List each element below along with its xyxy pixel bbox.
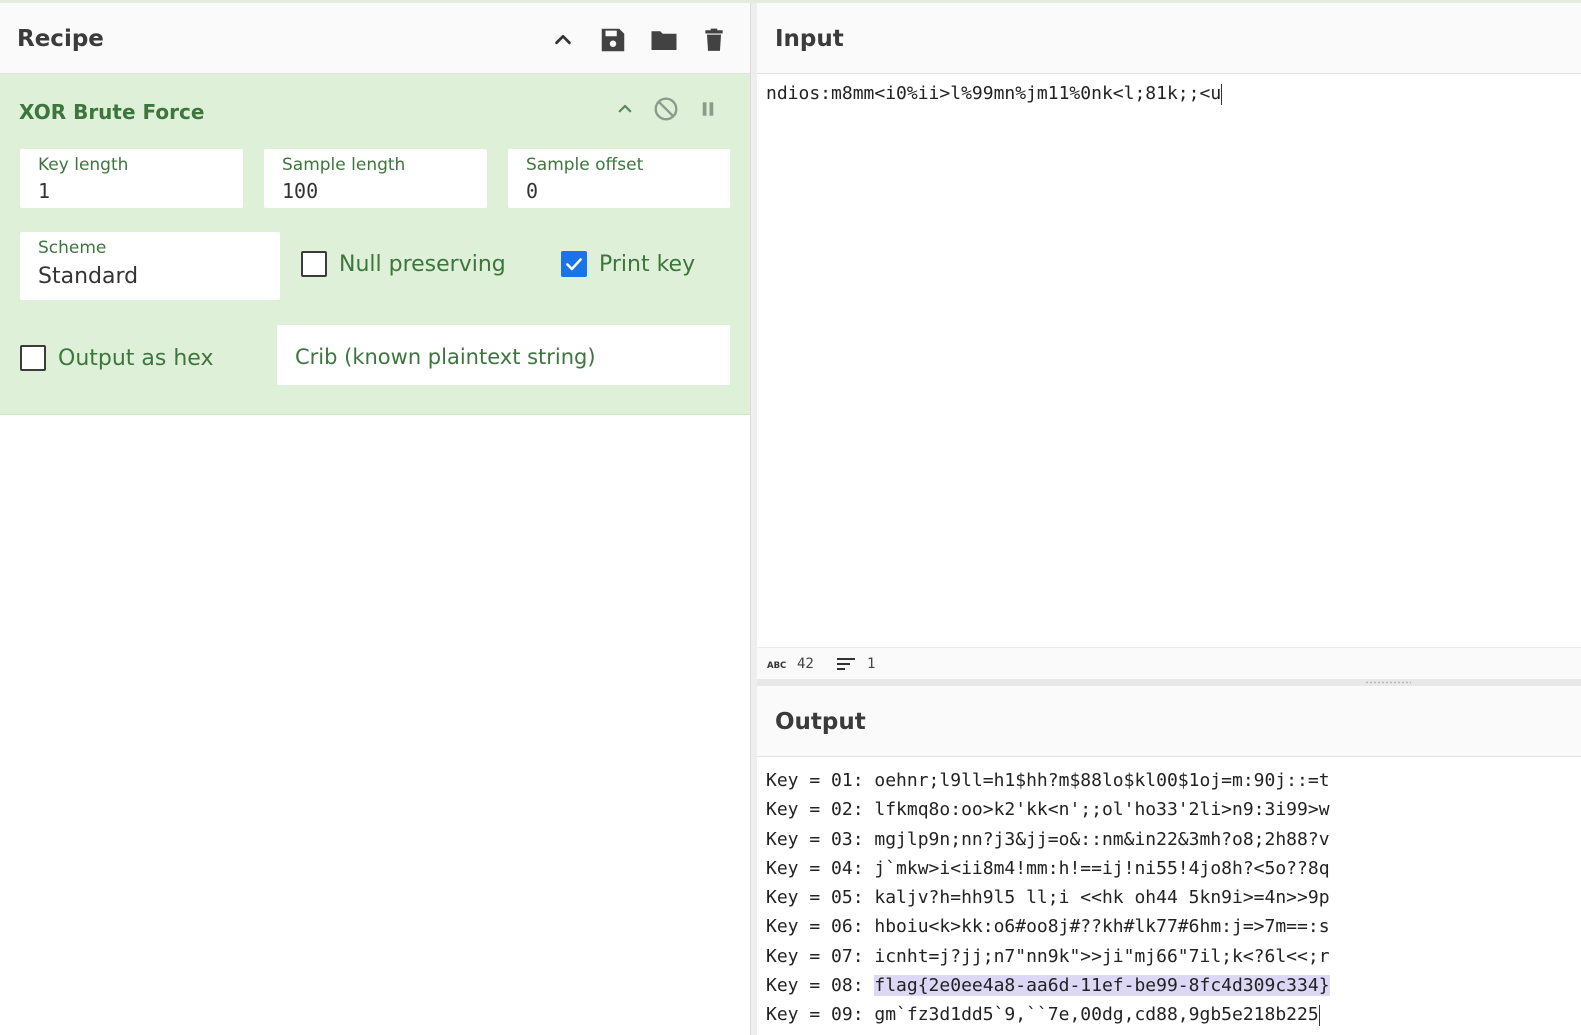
print-key-checkbox[interactable]: Print key [561,251,695,277]
output-key: Key = 09: [766,1004,875,1026]
input-textarea[interactable]: ndios:m8mm<i0%ii>l%99mn%jm11%0nk<l;81k;;… [766,83,1223,105]
input-header: Input [757,3,1581,74]
output-line: Key = 03: mgjlp9n;nn?j3&jj=o&::nm&in22&3… [766,825,1330,854]
null-preserving-label: Null preserving [339,251,506,277]
line-count-value: 1 [867,656,876,672]
disable-icon [654,97,678,121]
sample-offset-value: 0 [526,179,539,203]
key-length-field[interactable]: Key length 1 [20,149,243,208]
chevron-up-icon [555,34,571,45]
print-key-label: Print key [599,251,696,277]
output-as-hex-box[interactable] [20,345,46,371]
output-key: Key = 06: [766,916,875,938]
output-line: Key = 04: j`mkw>i<ii8m4!mm:h!==ij!ni55!4… [766,854,1330,883]
operation-title: XOR Brute Force [19,100,205,124]
crib-placeholder: Crib (known plaintext string) [295,345,596,369]
output-title: Output [775,709,866,735]
sample-length-field[interactable]: Sample length 100 [264,149,487,208]
output-text[interactable]: Key = 01: oehnr;l9ll=h1$hh?m$88lo$kl00$1… [766,766,1330,1030]
char-count-value: 42 [797,656,814,672]
output-value: kaljv?h=hh9l5 ll;i <<hk oh44 5kn9i>=4n>>… [874,887,1330,909]
output-line: Key = 02: lfkmq8o:oo>k2'kk<n';;ol'ho33'2… [766,795,1330,824]
output-line-flag: Key = 08: flag{2e0ee4a8-aa6d-11ef-be99-8… [766,971,1330,1000]
output-line: Key = 07: icnht=j?jj;n7"nn9k">>ji"mj66"7… [766,942,1330,971]
output-key: Key = 07: [766,945,875,967]
save-icon [601,28,625,52]
trash-icon [705,28,723,51]
chevron-up-icon [618,104,632,113]
text-caret [1318,1004,1320,1026]
disable-operation-button[interactable] [651,94,681,124]
checkmark-icon [566,258,582,271]
output-value: hboiu<k>kk:o6#oo8j#??kh#lk77#6hm:j=>7m==… [874,916,1330,938]
folder-icon [651,31,677,50]
output-value: gm`fz3d1dd5`9,``7e,00dg,cd88,9gb5e218b22… [874,1004,1319,1026]
recipe-header: Recipe [0,3,750,74]
pause-icon [702,102,714,116]
output-as-hex-label: Output as hex [58,345,214,371]
output-line: Key = 01: oehnr;l9ll=h1$hh?m$88lo$kl00$1… [766,766,1330,795]
output-value: oehnr;l9ll=h1$hh?m$88lo$kl00$1oj=m:90j::… [874,770,1330,791]
output-key: Key = 05: [766,887,875,909]
sample-length-value: 100 [282,179,319,203]
xor-brute-force-operation: XOR Brute Force Key length 1 Sample leng… [0,74,750,415]
key-length-value: 1 [38,179,51,203]
recipe-title: Recipe [17,26,104,52]
output-key: Key = 01: [766,770,875,791]
sample-offset-field[interactable]: Sample offset 0 [508,149,730,208]
output-key: Key = 03: [766,828,875,850]
line-count: 1 [837,656,875,672]
null-preserving-checkbox[interactable]: Null preserving [301,251,506,277]
collapse-all-button[interactable] [546,23,580,57]
input-value: ndios:m8mm<i0%ii>l%99mn%jm11%0nk<l;81k;;… [766,83,1222,104]
output-line: Key = 09: gm`fz3d1dd5`9,``7e,00dg,cd88,9… [766,1000,1330,1029]
svg-text:ABC: ABC [767,661,786,669]
lines-icon [837,658,855,670]
sample-length-label: Sample length [282,155,406,175]
grip-dots [1365,681,1411,684]
output-key: Key = 08: [766,975,875,997]
output-value: icnht=j?jj;n7"nn9k">>ji"mj66"7il;k<?6l<<… [874,945,1330,967]
output-key: Key = 04: [766,857,875,879]
abc-icon: ABC [767,661,786,669]
output-value: lfkmq8o:oo>k2'kk<n';;ol'ho33'2li>n9:3i99… [874,799,1330,821]
input-title: Input [775,26,844,52]
highlighted-flag: flag{2e0ee4a8-aa6d-11ef-be99-8fc4d309c33… [874,975,1330,997]
collapse-operation-button[interactable] [610,94,640,124]
panel-divider[interactable] [750,3,757,1035]
output-value: j`mkw>i<ii8m4!mm:h!==ij!ni55!4jo8h?<5o??… [874,857,1330,879]
print-key-box[interactable] [561,251,587,277]
output-as-hex-checkbox[interactable]: Output as hex [20,345,213,371]
breakpoint-button[interactable] [693,94,723,124]
output-header: Output [757,686,1581,757]
scheme-value: Standard [38,264,139,289]
output-key: Key = 02: [766,799,875,821]
input-status-bar: ABC 42 1 [757,647,1581,680]
output-panel: Output Key = 01: oehnr;l9ll=h1$hh?m$88lo… [757,686,1581,1035]
load-recipe-button[interactable] [647,23,681,57]
input-panel: Input ndios:m8mm<i0%ii>l%99mn%jm11%0nk<l… [757,3,1581,680]
save-recipe-button[interactable] [596,23,630,57]
clear-recipe-button[interactable] [697,23,731,57]
output-line: Key = 05: kaljv?h=hh9l5 ll;i <<hk oh44 5… [766,883,1330,912]
sample-offset-label: Sample offset [526,155,644,175]
io-resize-handle[interactable] [757,679,1581,686]
text-caret [1221,83,1223,105]
output-line: Key = 06: hboiu<k>kk:o6#oo8j#??kh#lk77#6… [766,912,1330,941]
char-count: ABC 42 [767,656,814,672]
null-preserving-box[interactable] [301,251,327,277]
output-value: mgjlp9n;nn?j3&jj=o&::nm&in22&3mh?o8;2h88… [874,828,1330,850]
recipe-panel: Recipe XOR Brute Force Key length 1 Samp… [0,3,750,1035]
crib-input[interactable]: Crib (known plaintext string) [277,325,730,385]
scheme-label: Scheme [38,238,107,258]
scheme-select[interactable]: Scheme Standard [20,232,280,300]
key-length-label: Key length [38,155,129,175]
